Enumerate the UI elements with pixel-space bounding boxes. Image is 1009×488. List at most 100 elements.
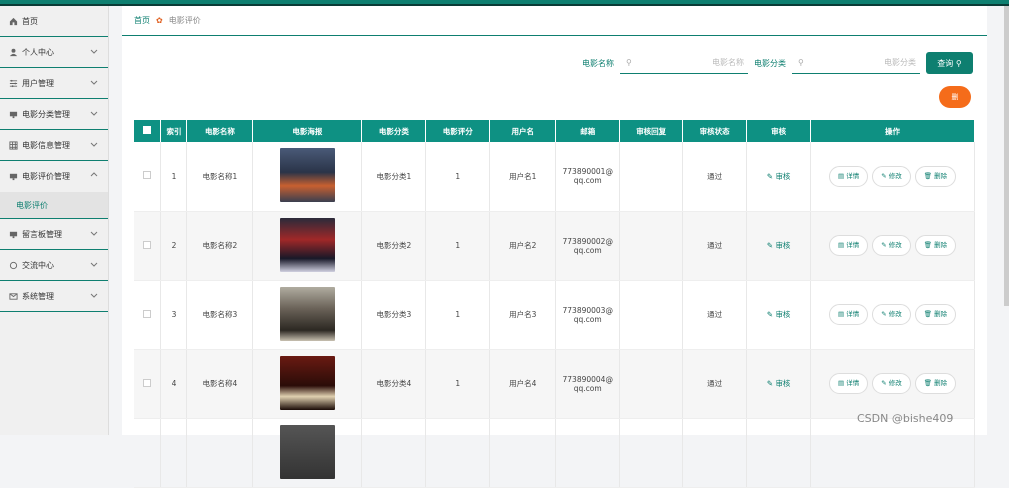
cell-category: 电影分类1: [361, 142, 427, 212]
cell-reply: [619, 211, 684, 281]
cell-poster: [252, 211, 363, 281]
cell-index: 3: [160, 280, 188, 350]
sidebar-item-users[interactable]: 用户管理: [0, 68, 108, 99]
row-checkbox[interactable]: [134, 349, 162, 419]
cell-status: 通过: [682, 142, 748, 212]
delete-label: 删除: [934, 241, 948, 249]
sidebar-item-message-board[interactable]: 留言板管理: [0, 219, 108, 250]
cell-score: [425, 418, 491, 488]
table-row: 1 电影名称1 电影分类1 1 用户名1 773890001@ qq.com 通过…: [134, 142, 975, 212]
chevron-down-icon: [90, 47, 98, 55]
cell-actions: ▤ 详情 ✎ 修改 🗑 删除: [810, 142, 975, 212]
movie-name-input[interactable]: ⚲ 电影名称: [620, 52, 748, 74]
movie-poster-image: [279, 148, 335, 203]
delete-button[interactable]: 🗑 删除: [914, 304, 957, 325]
movie-category-label: 电影分类: [754, 58, 786, 68]
movie-poster-image: [279, 424, 335, 479]
table-row: [134, 418, 975, 488]
detail-label: 详情: [846, 241, 860, 249]
edit-button[interactable]: ✎ 修改: [872, 235, 911, 256]
edit-button[interactable]: ✎ 修改: [872, 165, 911, 187]
cell-audit: ✎ 审核: [746, 211, 812, 281]
col-reply: 审核回复: [619, 120, 684, 142]
cell-user: 用户名1: [489, 142, 557, 212]
sidebar-subitem-movie-review[interactable]: 电影评价: [0, 192, 108, 219]
cell-poster: [252, 142, 363, 212]
col-status: 审核状态: [682, 120, 748, 142]
cell-reply: [619, 280, 684, 350]
search-button[interactable]: 查询 ⚲: [926, 52, 973, 74]
row-checkbox[interactable]: [134, 142, 162, 212]
delete-button[interactable]: 🗑 删除: [914, 165, 957, 187]
movie-name-label: 电影名称: [582, 58, 614, 68]
row-checkbox[interactable]: [134, 211, 162, 281]
sliders-icon: [8, 78, 18, 88]
batch-delete-button[interactable]: 删: [939, 86, 971, 108]
audit-link[interactable]: ✎ 审核: [767, 310, 791, 319]
grid-icon: [8, 140, 18, 150]
film-icon: [8, 172, 18, 182]
scrollbar[interactable]: [1004, 6, 1009, 306]
detail-button[interactable]: ▤ 详情: [829, 235, 869, 256]
sidebar-subitem-label: 电影评价: [16, 200, 48, 210]
movie-name-placeholder: 电影名称: [712, 58, 744, 67]
sidebar-item-movie-category[interactable]: 电影分类管理: [0, 99, 108, 130]
sidebar-item-label: 电影评价管理: [22, 172, 70, 181]
audit-link[interactable]: ✎ 审核: [767, 241, 791, 250]
cell-actions: [810, 418, 975, 488]
delete-label: 删除: [934, 310, 948, 318]
batch-delete-label: 删: [951, 93, 959, 101]
sidebar-item-forum[interactable]: 交流中心: [0, 250, 108, 281]
chevron-down-icon: [90, 140, 98, 148]
cell-user: 用户名4: [489, 349, 557, 419]
cell-status: 通过: [682, 280, 748, 350]
chevron-down-icon: [90, 109, 98, 117]
select-all-checkbox[interactable]: [134, 120, 162, 142]
sidebar-item-home[interactable]: 首页: [0, 6, 108, 37]
chevron-up-icon: [90, 171, 98, 179]
cell-name: 电影名称3: [186, 280, 254, 350]
detail-label: 详情: [846, 310, 860, 318]
chevron-down-icon: [90, 260, 98, 268]
delete-button[interactable]: 🗑 删除: [914, 373, 957, 394]
row-checkbox[interactable]: [134, 418, 162, 488]
user-icon: [8, 47, 18, 57]
cell-email: 773890003@ qq.com: [555, 280, 621, 350]
sidebar-item-system[interactable]: 系统管理: [0, 281, 108, 312]
cell-audit: ✎ 审核: [746, 349, 812, 419]
row-checkbox[interactable]: [134, 280, 162, 350]
cell-status: 通过: [682, 349, 748, 419]
delete-button[interactable]: 🗑 删除: [914, 235, 957, 256]
cell-actions: ▤ 详情 ✎ 修改 🗑 删除: [810, 211, 975, 281]
edit-button[interactable]: ✎ 修改: [872, 373, 911, 394]
sidebar-item-movie-info[interactable]: 电影信息管理: [0, 130, 108, 161]
sidebar-item-movie-review[interactable]: 电影评价管理: [0, 161, 108, 192]
cell-category: 电影分类3: [361, 280, 427, 350]
cell-score: 1: [425, 211, 491, 281]
cell-index: 1: [160, 142, 188, 212]
detail-button[interactable]: ▤ 详情: [829, 165, 869, 187]
movie-category-placeholder: 电影分类: [884, 58, 916, 67]
detail-button[interactable]: ▤ 详情: [829, 373, 869, 394]
cell-actions: ▤ 详情 ✎ 修改 🗑 删除: [810, 349, 975, 419]
cell-status: [682, 418, 748, 488]
breadcrumb-home[interactable]: 首页: [134, 15, 150, 26]
detail-button[interactable]: ▤ 详情: [829, 304, 869, 325]
col-index: 索引: [160, 120, 188, 142]
edit-button[interactable]: ✎ 修改: [872, 304, 911, 325]
email-line2: qq.com: [573, 383, 602, 393]
mail-icon: [8, 291, 18, 301]
email-line2: qq.com: [573, 245, 602, 255]
audit-link[interactable]: ✎ 审核: [767, 172, 791, 181]
movie-category-input[interactable]: ⚲ 电影分类: [792, 52, 920, 74]
flower-icon: ✿: [156, 16, 163, 25]
sidebar-item-profile[interactable]: 个人中心: [0, 37, 108, 68]
sidebar-item-label: 交流中心: [22, 260, 54, 270]
cell-user: [489, 418, 557, 488]
edit-label: 修改: [888, 379, 902, 387]
audit-link[interactable]: ✎ 审核: [767, 379, 791, 388]
cell-poster: [252, 349, 363, 419]
breadcrumb-current: 电影评价: [168, 16, 201, 25]
col-user: 用户名: [489, 120, 557, 142]
detail-label: 详情: [846, 379, 860, 387]
